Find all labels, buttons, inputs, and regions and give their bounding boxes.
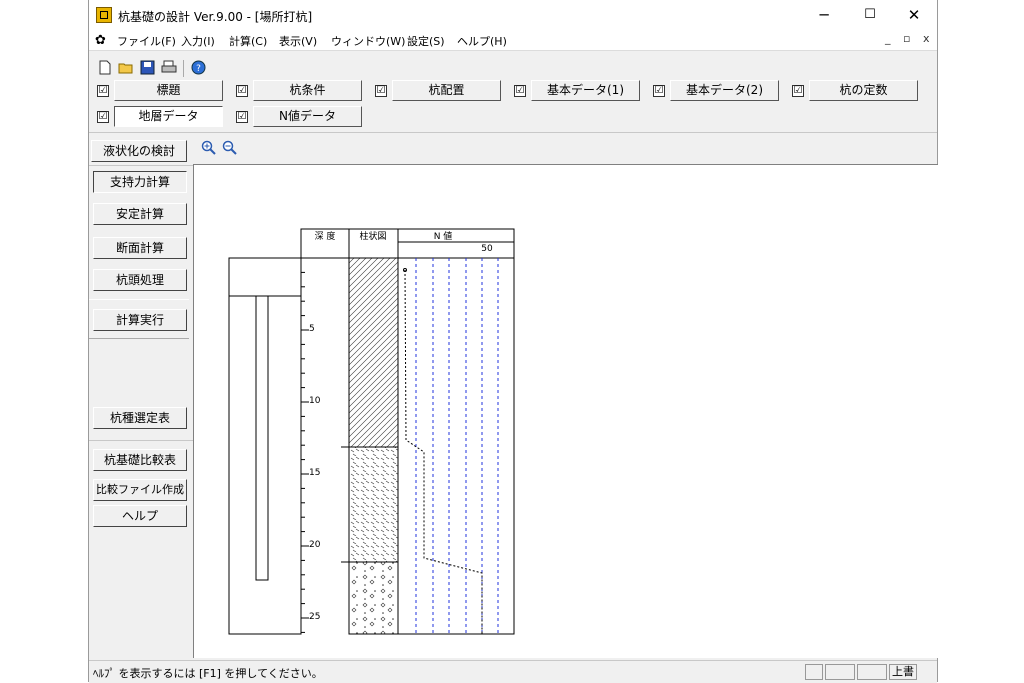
- stratum-clay: [348, 257, 399, 448]
- stratum-sand: [348, 446, 399, 563]
- boring-log-drawing: 深 度 柱状図 N 値 50 5 10 15 20 25: [228, 228, 515, 635]
- header-column-label: 柱状図: [359, 230, 386, 242]
- depth-label-10: 10: [309, 396, 321, 406]
- depth-ticks: [301, 271, 309, 633]
- header-n-label: N 値: [434, 230, 453, 242]
- pile-shaft: [255, 295, 269, 581]
- header-n-box: [397, 228, 515, 259]
- depth-label-25: 25: [309, 612, 320, 622]
- n-scale-label: 50: [481, 244, 493, 254]
- stratum-gravel: [348, 561, 399, 635]
- header-depth-label: 深 度: [315, 230, 336, 242]
- depth-label-15: 15: [309, 468, 320, 478]
- depth-label-5: 5: [309, 324, 315, 334]
- depth-label-20: 20: [309, 540, 321, 550]
